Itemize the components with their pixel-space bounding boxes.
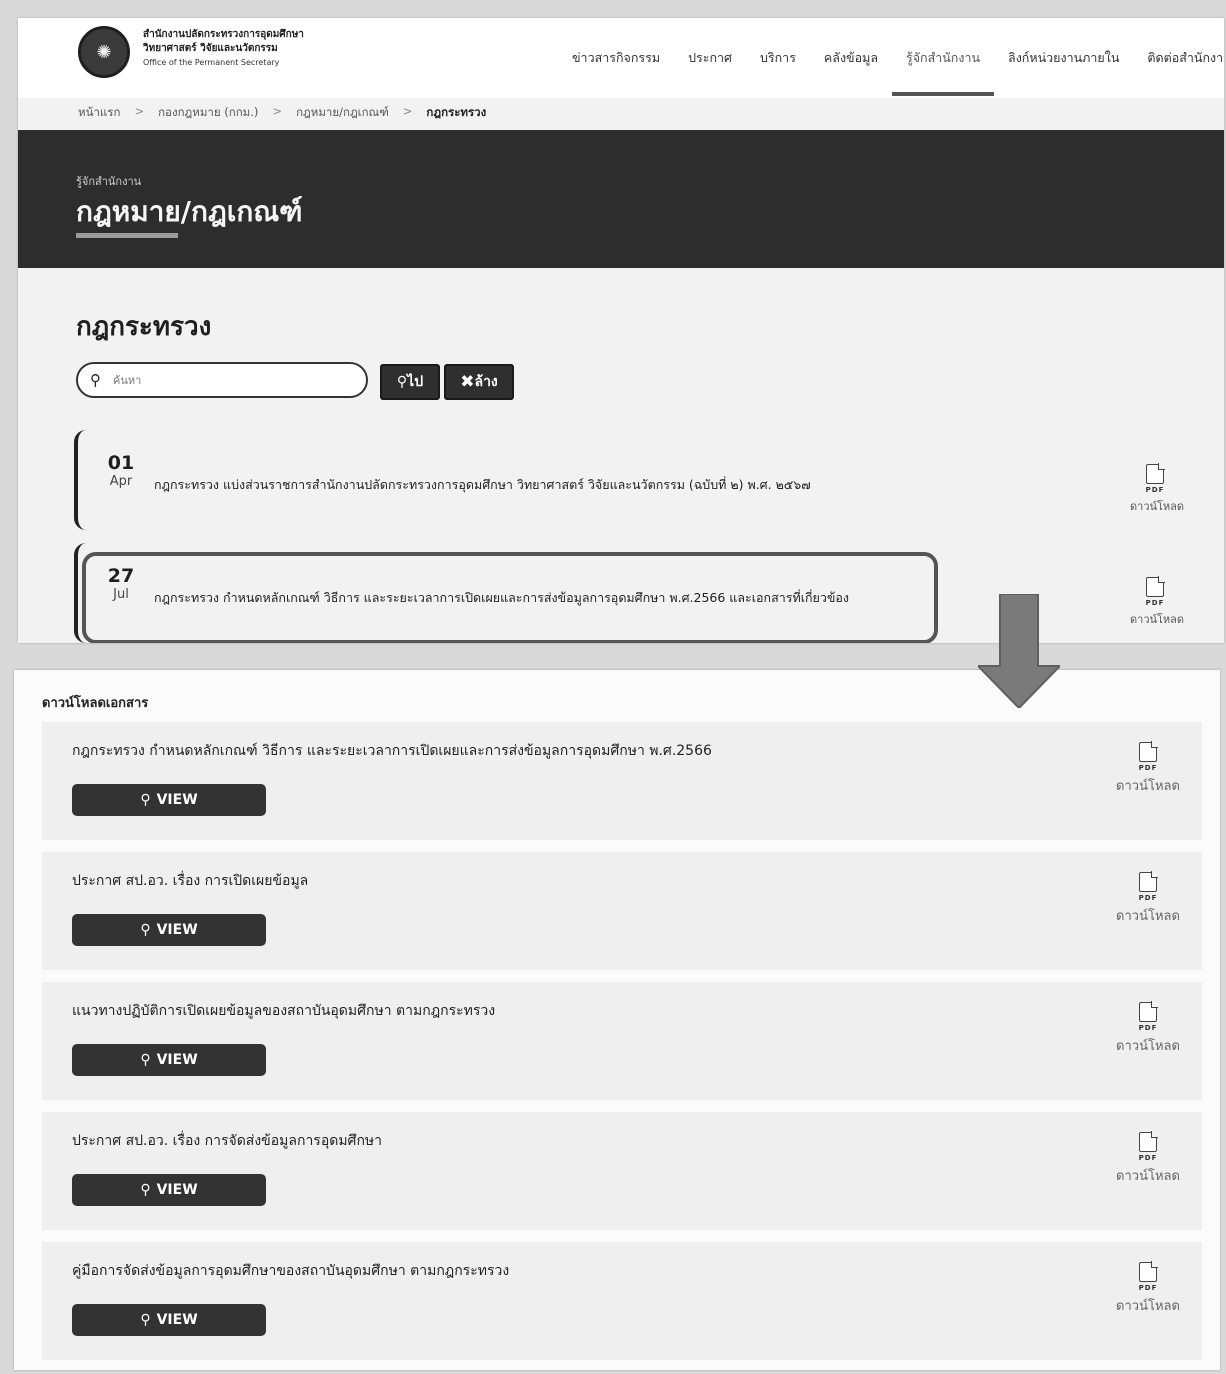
- document-title: แนวทางปฏิบัติการเปิดเผยข้อมูลของสถาบันอุ…: [72, 1003, 496, 1019]
- view-label: VIEW: [156, 1312, 198, 1328]
- law-title[interactable]: กฎกระทรวง แบ่งส่วนราชการสำนักงานปลัดกระท…: [154, 475, 811, 495]
- page-title: กฎหมาย/กฎเกณฑ์: [76, 195, 303, 228]
- logo-text[interactable]: สำนักงานปลัดกระทรวงการอุดมศึกษา วิทยาศาส…: [143, 28, 304, 70]
- view-label: VIEW: [156, 922, 198, 938]
- view-button[interactable]: ⚲ VIEW: [72, 784, 266, 816]
- pdf-tag: PDF: [1138, 764, 1158, 772]
- list-item: คู่มือการจัดส่งข้อมูลการอุดมศึกษาของสถาบ…: [42, 1242, 1202, 1360]
- pdf-file-icon: [1139, 741, 1158, 762]
- search-field[interactable]: ⚲: [76, 362, 368, 398]
- search-icon: ⚲: [140, 922, 151, 938]
- download-label: ดาวน์โหลด: [1116, 1299, 1180, 1314]
- pdf-tag: PDF: [1138, 894, 1158, 902]
- hero-banner: รู้จักสำนักงาน กฎหมาย/กฎเกณฑ์: [18, 130, 1224, 268]
- pdf-download[interactable]: PDF ดาวน์โหลด: [1130, 576, 1185, 628]
- view-button[interactable]: ⚲ VIEW: [72, 1044, 266, 1076]
- download-label: ดาวน์โหลด: [1116, 1039, 1180, 1054]
- download-label: ดาวน์โหลด: [1130, 613, 1185, 626]
- close-icon: ✖: [460, 372, 475, 392]
- pdf-download[interactable]: PDF ดาวน์โหลด: [1108, 1001, 1188, 1056]
- search-icon: ⚲: [90, 371, 101, 389]
- clear-label: ล้าง: [474, 374, 498, 390]
- pdf-file-icon: [1139, 1001, 1158, 1022]
- search-go-button[interactable]: ⚲ ไป: [380, 364, 440, 400]
- pdf-file-icon: [1139, 871, 1158, 892]
- view-button[interactable]: ⚲ VIEW: [72, 1304, 266, 1336]
- breadcrumb: หน้าแรก > กองกฎหมาย (กกม.) > กฎหมาย/กฎเก…: [78, 104, 486, 122]
- nav-about-office[interactable]: รู้จักสำนักงาน: [892, 48, 995, 96]
- title-underline: [76, 233, 178, 238]
- document-title: ประกาศ สป.อว. เรื่อง การเปิดเผยข้อมูล: [72, 873, 309, 889]
- list-item: ประกาศ สป.อว. เรื่อง การจัดส่งข้อมูลการอ…: [42, 1112, 1202, 1230]
- document-title: คู่มือการจัดส่งข้อมูลการอุดมศึกษาของสถาบ…: [72, 1263, 510, 1279]
- nav-internal-links[interactable]: ลิงก์หน่วยงานภายใน: [994, 48, 1133, 68]
- pdf-download[interactable]: PDF ดาวน์โหลด: [1108, 871, 1188, 926]
- hero-subtitle: รู้จักสำนักงาน: [76, 175, 142, 188]
- view-button[interactable]: ⚲ VIEW: [72, 1174, 266, 1206]
- top-header: ✺ สำนักงานปลัดกระทรวงการอุดมศึกษา วิทยาศ…: [18, 18, 1224, 98]
- go-label: ไป: [407, 374, 424, 390]
- list-item: กฎกระทรวง กำหนดหลักเกณฑ์ วิธีการ และระยะ…: [42, 722, 1202, 840]
- download-label: ดาวน์โหลด: [1116, 1169, 1180, 1184]
- download-label: ดาวน์โหลด: [1130, 500, 1185, 513]
- search-icon: ⚲: [140, 1052, 151, 1068]
- pdf-download[interactable]: PDF ดาวน์โหลด: [1108, 1131, 1188, 1186]
- section-title: กฎกระทรวง: [76, 312, 212, 342]
- clear-button[interactable]: ✖ ล้าง: [444, 364, 514, 400]
- breadcrumb-laws[interactable]: กฎหมาย/กฎเกณฑ์: [296, 104, 389, 122]
- item-date: 01 Apr: [106, 452, 136, 489]
- highlight-annotation: [82, 552, 938, 643]
- pdf-file-icon: [1139, 1131, 1158, 1152]
- pdf-file-icon: [1139, 1261, 1158, 1282]
- view-label: VIEW: [156, 1052, 198, 1068]
- date-day: 01: [107, 452, 135, 474]
- search-icon: ⚲: [140, 792, 151, 808]
- search-icon: ⚲: [140, 1312, 151, 1328]
- nav-data-repository[interactable]: คลังข้อมูล: [810, 48, 892, 68]
- document-title: กฎกระทรวง กำหนดหลักเกณฑ์ วิธีการ และระยะ…: [72, 743, 712, 759]
- pdf-tag: PDF: [1145, 486, 1165, 494]
- panel-title: ดาวน์โหลดเอกสาร: [42, 696, 149, 711]
- pdf-tag: PDF: [1145, 599, 1165, 607]
- breadcrumb-legal-division[interactable]: กองกฎหมาย (กกม.): [158, 104, 258, 122]
- breadcrumb-separator: >: [134, 104, 145, 118]
- pdf-tag: PDF: [1138, 1154, 1158, 1162]
- list-item: แนวทางปฏิบัติการเปิดเผยข้อมูลของสถาบันอุ…: [42, 982, 1202, 1100]
- pdf-download[interactable]: PDF ดาวน์โหลด: [1108, 1261, 1188, 1316]
- nav-services[interactable]: บริการ: [746, 48, 810, 68]
- download-documents-panel: ดาวน์โหลดเอกสาร กฎกระทรวง กำหนดหลักเกณฑ์…: [14, 670, 1220, 1370]
- logo-line-2: วิทยาศาสตร์ วิจัยและนวัตกรรม: [143, 43, 278, 54]
- organization-seal-logo[interactable]: ✺: [78, 26, 130, 78]
- breadcrumb-home[interactable]: หน้าแรก: [78, 104, 120, 122]
- logo-line-1: สำนักงานปลัดกระทรวงการอุดมศึกษา: [143, 29, 304, 40]
- pdf-tag: PDF: [1138, 1024, 1158, 1032]
- view-label: VIEW: [156, 1182, 198, 1198]
- nav-news[interactable]: ข่าวสารกิจกรรม: [558, 48, 674, 68]
- document-title: ประกาศ สป.อว. เรื่อง การจัดส่งข้อมูลการอ…: [72, 1133, 383, 1149]
- pdf-file-icon: [1146, 463, 1165, 484]
- search-icon: ⚲: [396, 374, 408, 390]
- search-icon: ⚲: [140, 1182, 151, 1198]
- arrow-down-icon: [978, 594, 1060, 708]
- list-item: ประกาศ สป.อว. เรื่อง การเปิดเผยข้อมูล ⚲ …: [42, 852, 1202, 970]
- logo-line-3: Office of the Permanent Secretary: [143, 58, 280, 67]
- nav-announcements[interactable]: ประกาศ: [674, 48, 746, 68]
- pdf-download[interactable]: PDF ดาวน์โหลด: [1130, 463, 1185, 515]
- pdf-tag: PDF: [1138, 1284, 1158, 1292]
- view-label: VIEW: [156, 792, 198, 808]
- website-screenshot: ✺ สำนักงานปลัดกระทรวงการอุดมศึกษา วิทยาศ…: [18, 18, 1224, 643]
- pdf-file-icon: [1146, 576, 1165, 597]
- view-button[interactable]: ⚲ VIEW: [72, 914, 266, 946]
- breadcrumb-separator: >: [272, 104, 283, 118]
- breadcrumb-current: กฎกระทรวง: [426, 105, 487, 119]
- main-navigation: ข่าวสารกิจกรรม ประกาศ บริการ คลังข้อมูล …: [558, 48, 1224, 96]
- list-item[interactable]: 01 Apr กฎกระทรวง แบ่งส่วนราชการสำนักงานป…: [74, 430, 1218, 530]
- breadcrumb-separator: >: [402, 104, 413, 118]
- download-label: ดาวน์โหลด: [1116, 779, 1180, 794]
- pdf-download[interactable]: PDF ดาวน์โหลด: [1108, 741, 1188, 796]
- date-month: Apr: [109, 474, 133, 489]
- nav-contact[interactable]: ติดต่อสำนักงาน: [1133, 48, 1224, 68]
- search-input[interactable]: [111, 372, 335, 388]
- download-label: ดาวน์โหลด: [1116, 909, 1180, 924]
